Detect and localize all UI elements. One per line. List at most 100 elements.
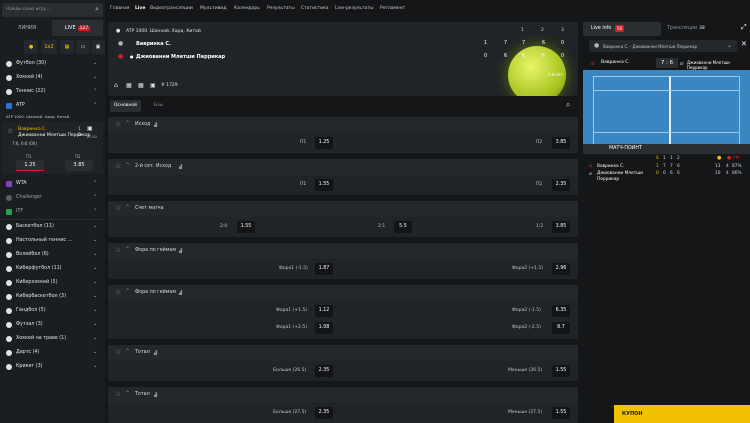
- market-header[interactable]: ☆ ⌃ Исход ▟: [108, 117, 578, 133]
- market-header[interactable]: ☆ ⌃ Фора по геймам ▟: [108, 243, 578, 259]
- sidebar-odd-1[interactable]: 1.25: [16, 160, 44, 171]
- sidebar-item-basketball[interactable]: Баскетбол (11) ⌄: [2, 221, 103, 233]
- search-box[interactable]: Найди свою игру... ⌕: [2, 3, 103, 17]
- odds-button[interactable]: 1.55: [552, 365, 570, 377]
- chevron-up-icon[interactable]: ⌃: [125, 246, 130, 253]
- market-header[interactable]: ☆ ⌃ Счет матча: [108, 201, 578, 217]
- sidebar-item-futsal[interactable]: Футзал (3) ⌄: [2, 319, 103, 331]
- odds-button[interactable]: 2.35: [315, 365, 333, 377]
- monitor-icon[interactable]: ▣: [91, 40, 105, 54]
- nav-live[interactable]: Live: [135, 6, 145, 11]
- nav-live-results[interactable]: Live-результаты: [335, 6, 374, 11]
- chevron-up-icon[interactable]: ⌃: [125, 204, 130, 211]
- sidebar-odd-2[interactable]: 3.85: [65, 160, 93, 171]
- odds-button[interactable]: 8.7: [552, 322, 570, 334]
- market-header[interactable]: ☆ ⌃ Тотал ▟: [108, 345, 578, 361]
- odds-button[interactable]: 1.55: [552, 407, 570, 419]
- market-header[interactable]: ☆ ⌃ Фора по геймам ▟: [108, 285, 578, 301]
- tab-stats[interactable]: Бзы: [150, 100, 167, 112]
- expand-icon[interactable]: ⤢: [741, 23, 747, 32]
- sidebar-item-tennis[interactable]: Теннис (22) ⌃: [2, 86, 103, 98]
- chevron-up-icon[interactable]: ⌃: [125, 390, 130, 397]
- chevron-up-icon: ⌃: [92, 89, 97, 94]
- sidebar-item-field-hockey[interactable]: Хоккей на траве (1) ⌄: [2, 333, 103, 345]
- tab-line[interactable]: ЛИНИЯ: [2, 20, 52, 36]
- tab-live-info[interactable]: Live info 50: [583, 22, 661, 36]
- star-icon[interactable]: ☆: [115, 204, 121, 212]
- sidebar-item-cyberbasketball[interactable]: Кибербаскетбол (3) ⌄: [2, 291, 103, 303]
- sidebar-item-cyberfootball[interactable]: Киберфутбол (11) ⌄: [2, 263, 103, 275]
- market-header[interactable]: ☆ ⌃ Тотал ▟: [108, 387, 578, 403]
- star-icon[interactable]: ☆: [115, 390, 121, 398]
- darts-icon: [6, 350, 12, 356]
- star-icon[interactable]: ☆: [115, 162, 121, 170]
- search-input[interactable]: Найди свою игру...: [6, 7, 51, 12]
- odds-button[interactable]: 1.08: [315, 322, 333, 334]
- odds-button[interactable]: 2.35: [552, 179, 570, 191]
- tab-live[interactable]: LIVE 127: [52, 20, 103, 36]
- chevron-up-icon[interactable]: ⌃: [125, 162, 130, 169]
- sidebar-item-wta[interactable]: WTA ⌃: [2, 178, 103, 190]
- odds-button[interactable]: 1.55: [237, 221, 255, 233]
- tennis-court-visualization: МАТЧ-ПОИНТ: [583, 70, 750, 154]
- sidebar-item-atp[interactable]: ATP ⌃: [2, 100, 103, 112]
- odds-button[interactable]: 3.85: [552, 137, 570, 149]
- screen-icon[interactable]: ▣: [150, 82, 156, 89]
- tab-main[interactable]: Основной: [110, 100, 141, 112]
- odds-button[interactable]: 3.85: [552, 221, 570, 233]
- market-header[interactable]: ☆ ⌃ 2-й сет. Исход ▟: [108, 159, 578, 175]
- sidebar-item-cyberhockey[interactable]: Киберхоккей (5) ⌄: [2, 277, 103, 289]
- sidebar-match-card[interactable]: ☆ Вавринка С. Джиованни Млетши Перрикар …: [2, 122, 103, 174]
- ball-icon[interactable]: ●: [24, 40, 38, 54]
- search-icon[interactable]: ⌕: [566, 100, 570, 110]
- odds-button[interactable]: 5.5: [394, 221, 412, 233]
- sidebar-o2-label: П2: [75, 154, 81, 159]
- home-icon[interactable]: ⌂: [114, 82, 118, 89]
- odds-button[interactable]: 1.87: [315, 263, 333, 275]
- sidebar-item-cricket[interactable]: Крикет (3) ⌄: [2, 361, 103, 373]
- chevron-up-icon[interactable]: ⌃: [125, 288, 130, 295]
- odds-button[interactable]: 2.96: [552, 263, 570, 275]
- nav-calendar[interactable]: Календарь: [234, 6, 260, 11]
- tab-broadcast[interactable]: Трансляции 38: [663, 22, 733, 36]
- 1x2-button[interactable]: 1x2: [41, 40, 57, 54]
- nav-multiview[interactable]: Мультивид: [200, 6, 226, 11]
- racket-icon: ⌀: [589, 163, 593, 169]
- odds-button[interactable]: 2.35: [315, 407, 333, 419]
- odds-button[interactable]: 1.55: [315, 179, 333, 191]
- match-select[interactable]: ● Вавринка С. - Джиованни Млетши Перрика…: [589, 40, 737, 52]
- star-icon[interactable]: ☆: [7, 127, 13, 135]
- close-icon[interactable]: ✕: [741, 40, 747, 48]
- p2-set-s: 0: [656, 171, 659, 176]
- screen-icon[interactable]: ▭: [76, 40, 90, 54]
- nav-home[interactable]: Главная: [110, 6, 129, 11]
- grid-icon[interactable]: ▦: [126, 82, 132, 89]
- chevron-up-icon[interactable]: ⌃: [125, 120, 130, 127]
- coupon-button[interactable]: КУПОН: [614, 405, 750, 423]
- star-icon[interactable]: ☆: [115, 348, 121, 356]
- sidebar-item-handball[interactable]: Гандбол (5) ⌄: [2, 305, 103, 317]
- table-p2: Джиованни Млетши Перрикар: [597, 171, 643, 182]
- sidebar-item-darts[interactable]: Дартс (4) ⌄: [2, 347, 103, 359]
- sidebar-item-hockey[interactable]: Хоккей (4) ⌄: [2, 72, 103, 84]
- nav-video[interactable]: Видеотрансляции: [150, 6, 193, 11]
- odds-button[interactable]: 1.12: [315, 305, 333, 317]
- odds-button[interactable]: 1.25: [315, 137, 333, 149]
- cricket-icon: [6, 364, 12, 370]
- nav-stats[interactable]: Статистика: [301, 6, 329, 11]
- nav-results[interactable]: Результаты: [267, 6, 295, 11]
- sidebar-item-table-tennis[interactable]: Настольный теннис ... ⌄: [2, 235, 103, 247]
- grid-icon[interactable]: ▦: [60, 40, 74, 54]
- sidebar-item-challenger[interactable]: Challenger ⌃: [2, 192, 103, 204]
- search-icon[interactable]: ⌕: [95, 5, 99, 14]
- sidebar-item-football[interactable]: Футбол (30) ⌄: [2, 58, 103, 70]
- grid-icon[interactable]: ▦: [138, 82, 144, 89]
- nav-rules[interactable]: Регламент: [380, 6, 405, 11]
- sidebar-item-volleyball[interactable]: Волейбол (6) ⌄: [2, 249, 103, 261]
- odds-button[interactable]: 6.35: [552, 305, 570, 317]
- star-icon[interactable]: ☆: [115, 288, 121, 296]
- sidebar-item-itf[interactable]: ITF ⌃: [2, 206, 103, 218]
- star-icon[interactable]: ☆: [115, 246, 121, 254]
- chevron-up-icon[interactable]: ⌃: [125, 348, 130, 355]
- star-icon[interactable]: ☆: [115, 120, 121, 128]
